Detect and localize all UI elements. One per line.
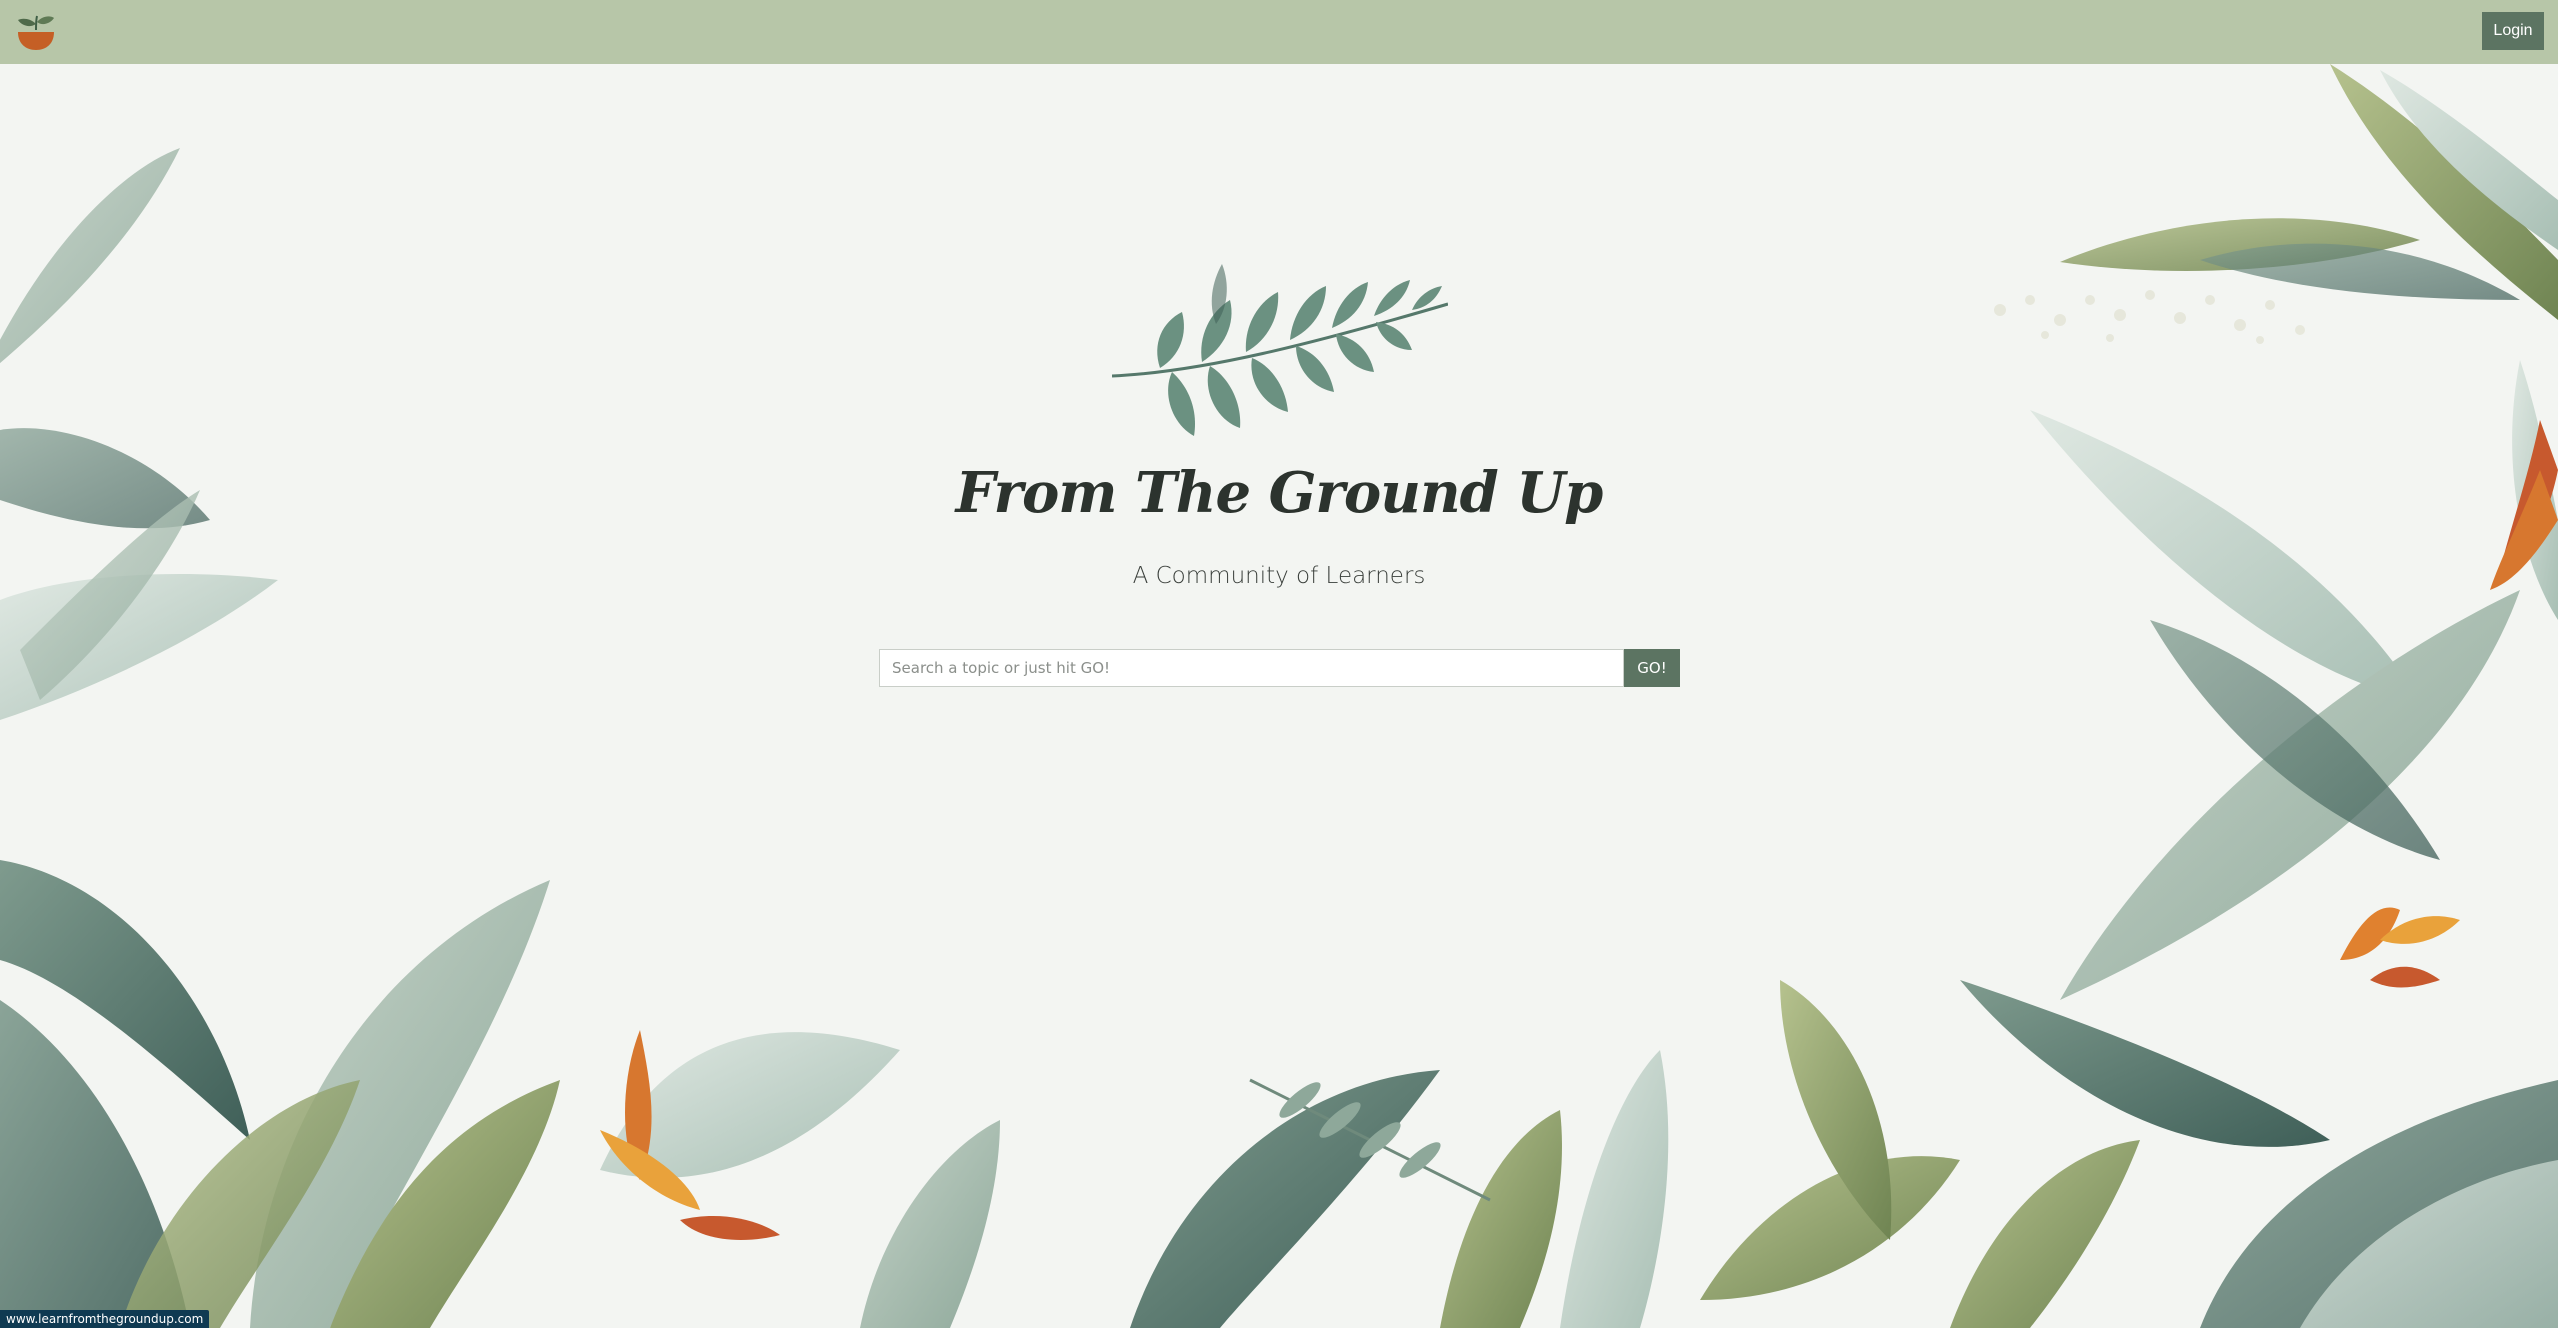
login-button[interactable]: Login: [2482, 12, 2544, 50]
search-input[interactable]: [879, 649, 1624, 687]
landing-page: Login From The Ground Up A Community of …: [0, 0, 2558, 1328]
site-title: From The Ground Up: [955, 460, 1604, 526]
seedling-bowl-icon[interactable]: [14, 10, 58, 54]
leaf-sprig-icon: [1112, 264, 1448, 436]
top-navbar: Login: [0, 0, 2558, 64]
status-bar-url: www.learnfromthegroundup.com: [0, 1310, 210, 1328]
site-tagline: A Community of Learners: [1132, 563, 1426, 589]
search-form: GO!: [879, 649, 1680, 689]
go-button[interactable]: GO!: [1624, 649, 1680, 687]
hero-section: From The Ground Up A Community of Learne…: [0, 64, 2558, 764]
